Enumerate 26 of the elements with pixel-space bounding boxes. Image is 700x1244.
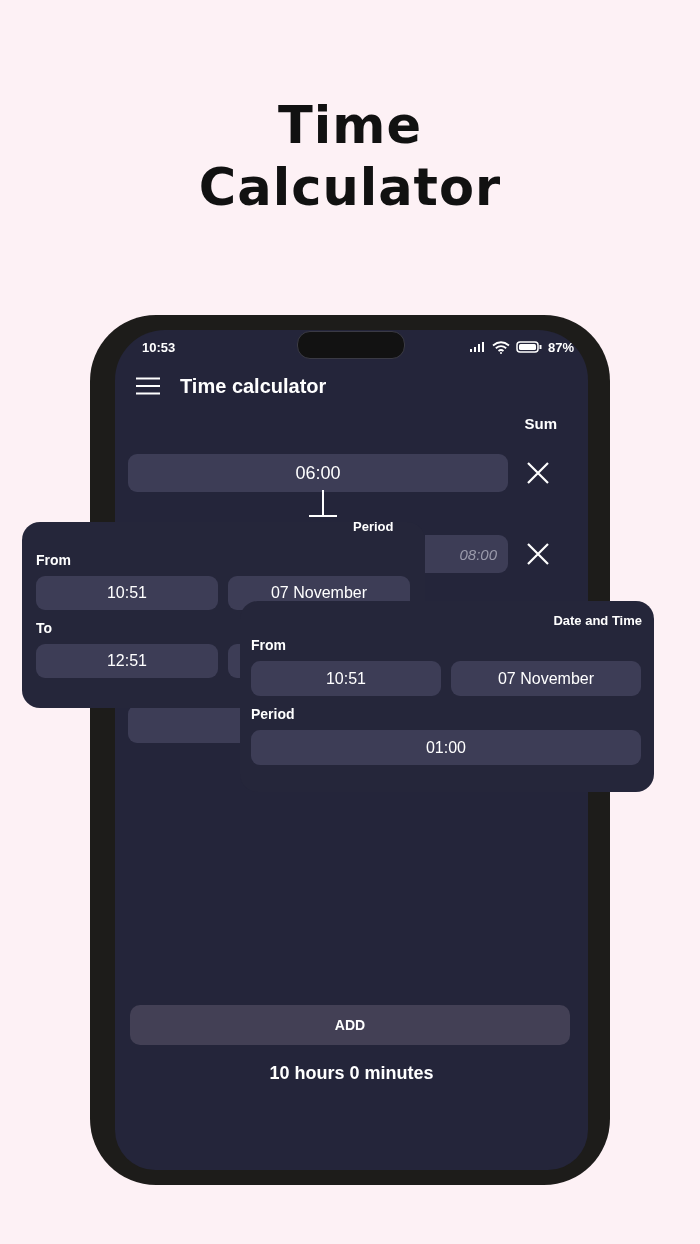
mode-label: Sum <box>524 414 557 434</box>
date-field[interactable]: 07 November <box>451 661 641 696</box>
battery-icon <box>515 341 542 353</box>
status-time: 10:53 <box>142 339 176 355</box>
time-field[interactable]: 10:51 <box>36 576 218 610</box>
from-label: From <box>36 552 72 568</box>
result-text: 10 hours 0 minutes <box>268 1063 435 1084</box>
to-label: To <box>36 620 54 636</box>
time-field[interactable]: 12:51 <box>36 644 218 678</box>
from-label: From <box>251 637 287 653</box>
headline: Time Calculator <box>197 95 503 219</box>
app-title: Time calculator <box>180 374 327 398</box>
wifi-icon <box>491 340 510 354</box>
close-icon[interactable] <box>527 543 549 565</box>
menu-icon[interactable] <box>136 377 160 395</box>
time-field[interactable]: 10:51 <box>251 661 441 696</box>
battery-percent: 87% <box>547 339 574 355</box>
period-label: Period <box>353 520 394 534</box>
time-field[interactable]: 06:00 <box>128 454 508 492</box>
period-field[interactable]: 01:00 <box>251 730 641 765</box>
card-title: Date and Time <box>553 613 642 629</box>
add-button[interactable]: ADD <box>130 1005 570 1045</box>
signal-icon <box>469 342 486 352</box>
period-label: Period <box>251 706 296 722</box>
close-icon[interactable] <box>527 462 549 484</box>
period-field[interactable]: 08:00 <box>425 535 508 573</box>
